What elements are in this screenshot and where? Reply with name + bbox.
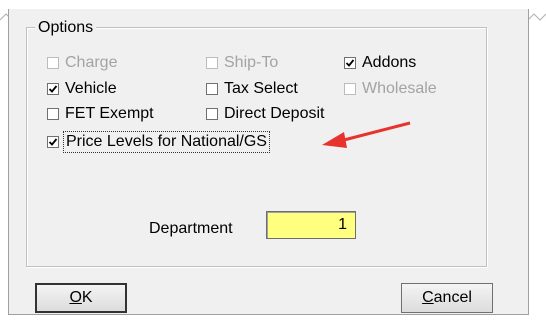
wholesale-checkbox: Wholesale bbox=[344, 79, 437, 99]
charge-checkbox: Charge bbox=[47, 53, 117, 73]
checkbox-box bbox=[344, 83, 356, 95]
direct-deposit-label[interactable]: Direct Deposit bbox=[224, 105, 324, 123]
ok-label: K bbox=[81, 289, 93, 306]
checkbox-box[interactable] bbox=[206, 83, 218, 95]
addons-label[interactable]: Addons bbox=[362, 54, 416, 72]
checkbox-box[interactable] bbox=[47, 108, 59, 120]
vehicle-label[interactable]: Vehicle bbox=[65, 80, 117, 98]
wholesale-label: Wholesale bbox=[362, 80, 437, 97]
cancel-mnemonic: C bbox=[422, 289, 434, 306]
direct-deposit-checkbox[interactable]: Direct Deposit bbox=[206, 104, 324, 124]
checkmark-icon[interactable] bbox=[47, 83, 59, 95]
ship-to-checkbox: Ship-To bbox=[206, 53, 278, 73]
red-arrow-annotation bbox=[322, 121, 411, 148]
cancel-button[interactable]: Cancel bbox=[401, 283, 493, 313]
cancel-label: ancel bbox=[433, 289, 472, 306]
checkbox-box bbox=[47, 57, 59, 69]
checkmark-icon[interactable] bbox=[344, 57, 356, 69]
charge-label: Charge bbox=[65, 54, 118, 71]
options-group-title: Options bbox=[35, 19, 97, 37]
department-label: Department bbox=[149, 220, 233, 237]
tax-select-checkbox[interactable]: Tax Select bbox=[206, 79, 298, 99]
price-levels-checkbox[interactable]: Price Levels for National/GS bbox=[47, 131, 270, 153]
fet-exempt-checkbox[interactable]: FET Exempt bbox=[47, 104, 154, 124]
checkbox-box[interactable] bbox=[206, 108, 218, 120]
fet-exempt-label[interactable]: FET Exempt bbox=[65, 105, 154, 123]
ship-to-label: Ship-To bbox=[224, 54, 279, 71]
vehicle-checkbox[interactable]: Vehicle bbox=[47, 79, 117, 99]
checkmark-icon[interactable] bbox=[47, 136, 59, 148]
ok-button[interactable]: OK bbox=[35, 283, 127, 313]
addons-checkbox[interactable]: Addons bbox=[344, 53, 416, 73]
ok-mnemonic: O bbox=[69, 289, 82, 306]
department-input[interactable]: 1 bbox=[266, 211, 356, 239]
checkbox-box bbox=[206, 57, 218, 69]
price-levels-label[interactable]: Price Levels for National/GS bbox=[63, 131, 270, 153]
tax-select-label[interactable]: Tax Select bbox=[224, 80, 298, 98]
